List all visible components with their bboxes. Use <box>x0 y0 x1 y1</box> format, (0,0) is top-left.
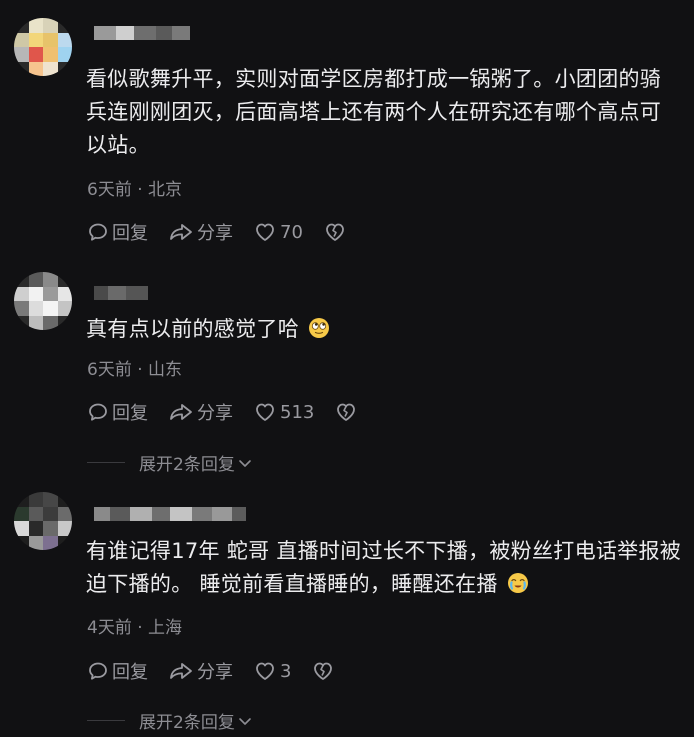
dislike-button[interactable] <box>334 401 361 423</box>
reply-icon <box>89 223 107 241</box>
reply-label: 回复 <box>112 223 148 244</box>
divider <box>87 462 125 463</box>
like-count: 70 <box>280 221 303 243</box>
like-count: 513 <box>280 401 315 423</box>
reply-button[interactable]: 回复 <box>87 658 148 684</box>
comment-meta: 6天前 · 山东 <box>87 355 182 380</box>
heart-icon <box>256 223 274 241</box>
username-blurred[interactable] <box>94 26 190 40</box>
comment-location: 北京 <box>148 180 183 200</box>
expand-replies-button[interactable]: 展开2条回复 <box>87 708 253 733</box>
rolling-eyes-emoji-icon <box>308 318 329 338</box>
divider <box>87 720 125 721</box>
comment-actions: 回复 分享 70 <box>87 219 350 245</box>
like-button[interactable]: 513 <box>253 401 314 423</box>
comment-location: 山东 <box>148 360 183 380</box>
reply-label: 回复 <box>112 403 148 424</box>
avatar[interactable] <box>14 492 72 550</box>
username-blurred[interactable] <box>94 286 148 300</box>
chevron-down-icon <box>239 717 251 725</box>
comment-text: 看似歌舞升平，实则对面学区房都打成一锅粥了。小团团的骑兵连刚刚团灭，后面高塔上还… <box>86 67 662 157</box>
dislike-button[interactable] <box>323 221 350 243</box>
reply-icon <box>89 662 107 680</box>
broken-heart-icon <box>314 662 333 680</box>
expand-replies-label: 展开2条回复 <box>139 455 235 475</box>
comment-location: 上海 <box>148 618 183 638</box>
meta-separator: · <box>137 180 143 200</box>
share-button[interactable]: 分享 <box>168 399 233 425</box>
reply-icon <box>89 403 107 421</box>
meta-separator: · <box>137 618 143 638</box>
comment-text-content: 有谁记得17年 蛇哥 直播时间过长不下播，被粉丝打电话举报被迫下播的。 睡觉前看… <box>86 539 682 596</box>
comment-text-content: 真有点以前的感觉了哈 <box>86 317 299 341</box>
comment-time: 4天前 <box>87 618 132 638</box>
comment-time: 6天前 <box>87 180 132 200</box>
share-icon <box>170 224 192 240</box>
comment-time: 6天前 <box>87 360 132 380</box>
comment-text: 真有点以前的感觉了哈 <box>86 313 682 346</box>
heart-icon <box>256 662 274 680</box>
share-label: 分享 <box>197 403 233 424</box>
reply-button[interactable]: 回复 <box>87 399 148 425</box>
meta-separator: · <box>137 360 143 380</box>
dislike-button[interactable] <box>311 660 338 682</box>
comment-meta: 4天前 · 上海 <box>87 613 182 638</box>
expand-replies-button[interactable]: 展开2条回复 <box>87 450 253 475</box>
reply-button[interactable]: 回复 <box>87 219 148 245</box>
comment-text: 有谁记得17年 蛇哥 直播时间过长不下播，被粉丝打电话举报被迫下播的。 睡觉前看… <box>86 535 682 601</box>
share-icon <box>170 663 192 679</box>
expand-replies-label: 展开2条回复 <box>139 713 235 733</box>
chevron-down-icon <box>239 459 251 467</box>
crying-emoji-icon <box>507 573 528 593</box>
reply-label: 回复 <box>112 662 148 683</box>
comment-meta: 6天前 · 北京 <box>87 175 182 200</box>
avatar[interactable] <box>14 18 72 76</box>
share-label: 分享 <box>197 662 233 683</box>
comment-actions: 回复 分享 3 <box>87 658 338 684</box>
comment-actions: 回复 分享 513 <box>87 399 361 425</box>
heart-icon <box>256 403 274 421</box>
avatar[interactable] <box>14 272 72 330</box>
share-icon <box>170 404 192 420</box>
share-button[interactable]: 分享 <box>168 658 233 684</box>
like-button[interactable]: 3 <box>253 660 291 682</box>
broken-heart-icon <box>326 223 344 241</box>
share-label: 分享 <box>197 223 233 244</box>
like-button[interactable]: 70 <box>253 221 303 243</box>
share-button[interactable]: 分享 <box>168 219 233 245</box>
broken-heart-icon <box>337 403 356 421</box>
username-blurred[interactable] <box>94 507 246 521</box>
like-count: 3 <box>280 660 292 682</box>
